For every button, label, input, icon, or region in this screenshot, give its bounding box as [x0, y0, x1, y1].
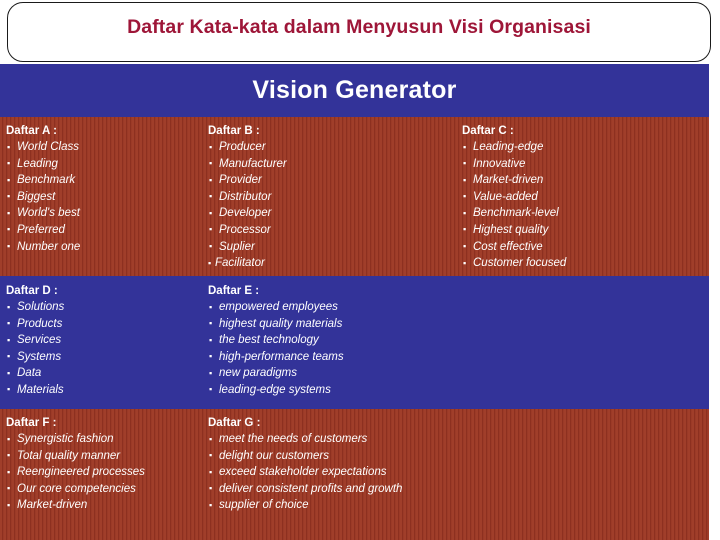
list-item: Innovative	[462, 155, 566, 173]
list-block-c: Daftar C : Leading-edge Innovative Marke…	[462, 123, 566, 272]
list-item: the best technology	[208, 332, 344, 349]
list-item: Processor	[208, 221, 287, 239]
list-block-a: Daftar A : World Class Leading Benchmark…	[6, 123, 80, 255]
list-item: Producer	[208, 139, 287, 156]
list-heading-g: Daftar G :	[208, 417, 261, 429]
list-item: Products	[6, 315, 64, 333]
panel-lists-de	[0, 276, 709, 409]
list-block-g: Daftar G : meet the needs of customers d…	[208, 415, 402, 514]
list-item: Systems	[6, 348, 64, 366]
list-item: Cost effective	[462, 238, 566, 256]
banner-vision-generator: Vision Generator	[0, 64, 709, 117]
list-item: Synergistic fashion	[6, 431, 145, 448]
list-items-f: Synergistic fashion Total quality manner…	[6, 431, 145, 514]
list-item: Manufacturer	[208, 155, 287, 173]
list-block-d: Daftar D : Solutions Products Services S…	[6, 283, 64, 399]
list-item: supplier of choice	[208, 497, 402, 514]
list-block-b: Daftar B : Producer Manufacturer Provide…	[208, 123, 287, 272]
list-heading-f: Daftar F :	[6, 417, 57, 429]
list-item: Our core competencies	[6, 480, 145, 498]
list-block-e: Daftar E : empowered employees highest q…	[208, 283, 344, 399]
list-item: World's best	[6, 205, 80, 222]
list-item: Number one	[6, 238, 80, 256]
panel-lists-abc	[0, 117, 709, 276]
list-item: Value-added	[462, 188, 566, 206]
list-item: Distributor	[208, 188, 287, 206]
list-items-b: Producer Manufacturer Provider Distribut…	[208, 139, 287, 272]
list-item: deliver consistent profits and growth	[208, 480, 402, 498]
list-item: Provider	[208, 172, 287, 189]
list-heading-b: Daftar B :	[208, 125, 260, 137]
list-item: Highest quality	[462, 221, 566, 239]
list-items-g: meet the needs of customers delight our …	[208, 431, 402, 514]
list-item: Market-driven	[6, 497, 145, 514]
list-items-a: World Class Leading Benchmark Biggest Wo…	[6, 139, 80, 255]
list-item: leading-edge systems	[208, 381, 344, 399]
list-item: high-performance teams	[208, 348, 344, 366]
list-heading-a: Daftar A :	[6, 125, 57, 137]
right-gutter	[709, 64, 720, 540]
list-heading-c: Daftar C :	[462, 125, 514, 137]
list-item: Benchmark	[6, 172, 80, 189]
page-title: Daftar Kata-kata dalam Menyusun Visi Org…	[127, 16, 591, 38]
list-item: Data	[6, 365, 64, 382]
list-block-f: Daftar F : Synergistic fashion Total qua…	[6, 415, 145, 514]
list-item: World Class	[6, 139, 80, 156]
list-item: Suplier	[208, 238, 287, 256]
list-item: Leading	[6, 155, 80, 173]
list-item: Solutions	[6, 299, 64, 316]
list-item: Market-driven	[462, 172, 566, 189]
list-item: Services	[6, 332, 64, 349]
list-item: Leading-edge	[462, 139, 566, 156]
list-item: Preferred	[6, 221, 80, 239]
list-item: Developer	[208, 205, 287, 222]
list-item: Reengineered processes	[6, 464, 145, 481]
list-item: Customer focused	[462, 255, 566, 272]
list-items-c: Leading-edge Innovative Market-driven Va…	[462, 139, 566, 272]
list-item: Materials	[6, 381, 64, 399]
list-heading-e: Daftar E :	[208, 285, 260, 297]
list-item: exceed stakeholder expectations	[208, 464, 402, 481]
list-items-d: Solutions Products Services Systems Data…	[6, 299, 64, 399]
list-heading-d: Daftar D :	[6, 285, 58, 297]
list-item: Total quality manner	[6, 447, 145, 465]
list-item: empowered employees	[208, 299, 344, 316]
list-item: Benchmark-level	[462, 205, 566, 222]
banner-title: Vision Generator	[252, 76, 457, 104]
list-item: Biggest	[6, 188, 80, 206]
list-items-e: empowered employees highest quality mate…	[208, 299, 344, 399]
list-item: Facilitator	[208, 255, 287, 272]
list-item: meet the needs of customers	[208, 431, 402, 448]
list-item: new paradigms	[208, 365, 344, 382]
list-item: delight our customers	[208, 447, 402, 465]
slide-canvas: Daftar Kata-kata dalam Menyusun Visi Org…	[0, 0, 720, 540]
title-box: Daftar Kata-kata dalam Menyusun Visi Org…	[7, 2, 711, 62]
list-item: highest quality materials	[208, 315, 344, 333]
